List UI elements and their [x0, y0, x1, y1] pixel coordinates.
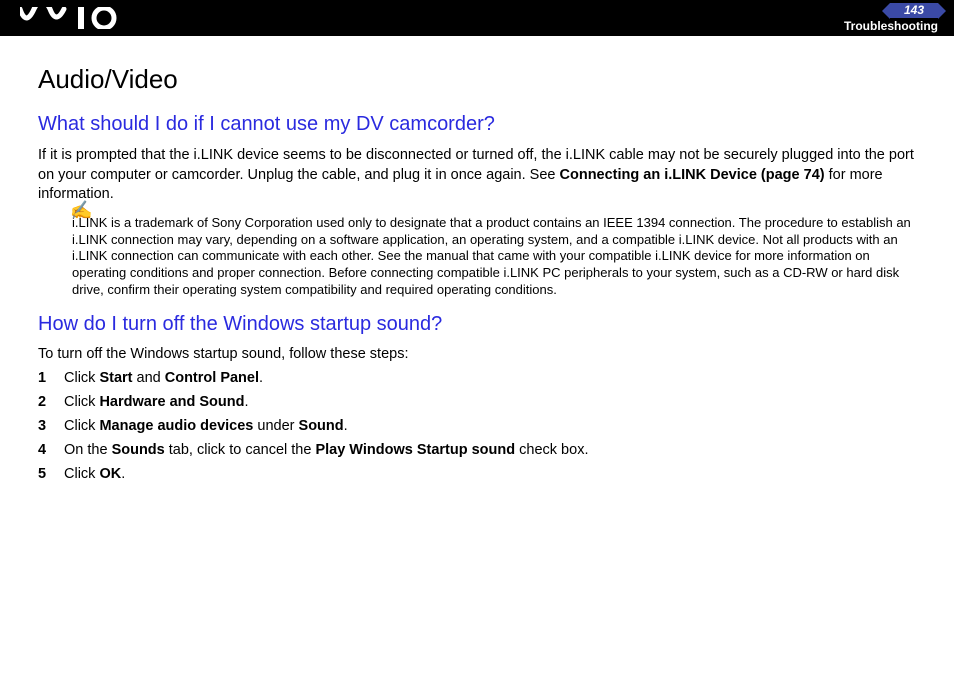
step-text: Click OK. [64, 466, 916, 482]
step-bold: Control Panel [165, 370, 259, 386]
step-bold: Start [99, 370, 132, 386]
step-text: Click Start and Control Panel. [64, 370, 916, 386]
page-title: Audio/Video [38, 64, 916, 95]
note-block: ✍ i.LINK is a trademark of Sony Corporat… [72, 215, 916, 299]
step-bold: OK [99, 466, 121, 482]
question-2-heading: How do I turn off the Windows startup so… [38, 313, 916, 336]
step-bold: Sound [299, 418, 344, 434]
note-icon: ✍ [70, 199, 92, 222]
step-bold: Hardware and Sound [99, 394, 244, 410]
vaio-logo-svg [20, 7, 130, 29]
step-item: 3Click Manage audio devices under Sound. [38, 418, 916, 434]
vaio-logo [20, 7, 130, 29]
step-item: 1Click Start and Control Panel. [38, 370, 916, 386]
note-text: i.LINK is a trademark of Sony Corporatio… [72, 215, 911, 298]
step-number: 3 [38, 418, 64, 434]
section-label: Troubleshooting [844, 20, 938, 33]
step-number: 5 [38, 466, 64, 482]
step-item: 5Click OK. [38, 466, 916, 482]
page-number: 143 [904, 3, 924, 17]
page-content: Audio/Video What should I do if I cannot… [0, 36, 954, 510]
step-text: Click Hardware and Sound. [64, 394, 916, 410]
step-number: 4 [38, 442, 64, 458]
steps-intro: To turn off the Windows startup sound, f… [38, 346, 916, 362]
steps-list: 1Click Start and Control Panel.2Click Ha… [38, 370, 916, 482]
step-number: 1 [38, 370, 64, 386]
step-text: Click Manage audio devices under Sound. [64, 418, 916, 434]
question-1-body: If it is prompted that the i.LINK device… [38, 146, 916, 205]
step-bold: Manage audio devices [99, 418, 253, 434]
page-indicator: 143 Troubleshooting [844, 3, 944, 33]
step-bold: Sounds [112, 442, 165, 458]
step-bold: Play Windows Startup sound [315, 442, 515, 458]
step-number: 2 [38, 394, 64, 410]
page-number-badge[interactable]: 143 [890, 3, 938, 18]
question-1-heading: What should I do if I cannot use my DV c… [38, 113, 916, 136]
step-item: 4On the Sounds tab, click to cancel the … [38, 442, 916, 458]
ilink-device-link[interactable]: Connecting an i.LINK Device (page 74) [560, 167, 825, 183]
step-item: 2Click Hardware and Sound. [38, 394, 916, 410]
step-text: On the Sounds tab, click to cancel the P… [64, 442, 916, 458]
header-bar: 143 Troubleshooting [0, 0, 954, 36]
